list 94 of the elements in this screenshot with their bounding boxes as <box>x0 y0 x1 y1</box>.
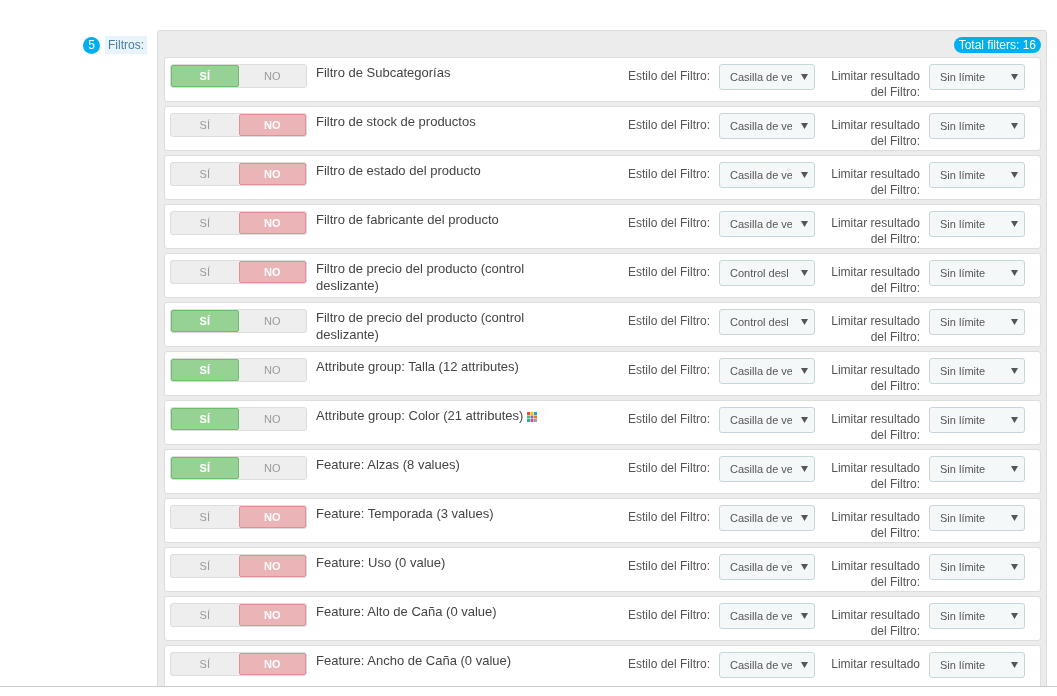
filter-name: Filtro de precio del producto (control deslizante) <box>316 310 525 342</box>
style-label: Estilo del Filtro: <box>626 166 710 181</box>
limit-select[interactable]: Sin límite <box>929 309 1025 335</box>
limit-label: Limitar resultado del Filtro: <box>830 509 920 541</box>
style-select[interactable]: Casilla de ve <box>719 652 815 678</box>
dropdown-caret-icon <box>1011 123 1018 129</box>
limit-label: Limitar resultado del Filtro: <box>830 68 920 100</box>
limit-select[interactable]: Sin límite <box>929 505 1025 531</box>
dropdown-caret-icon <box>1011 466 1018 472</box>
style-label: Estilo del Filtro: <box>626 264 710 279</box>
limit-label: Limitar resultado del Filtro: <box>830 215 920 247</box>
style-select[interactable]: Control desl <box>719 260 815 286</box>
limit-label: Limitar resultado del Filtro: <box>830 117 920 149</box>
style-select[interactable]: Casilla de ve <box>719 211 815 237</box>
filter-name: Filtro de estado del producto <box>316 163 481 178</box>
style-label: Estilo del Filtro: <box>626 656 710 671</box>
dropdown-caret-icon <box>1011 368 1018 374</box>
dropdown-caret-icon <box>1011 613 1018 619</box>
limit-label: Limitar resultado del Filtro: <box>830 411 920 443</box>
dropdown-caret-icon <box>801 662 808 668</box>
dropdown-caret-icon <box>801 368 808 374</box>
style-label: Estilo del Filtro: <box>626 607 710 622</box>
style-label: Estilo del Filtro: <box>626 68 710 83</box>
limit-select[interactable]: Sin límite <box>929 211 1025 237</box>
dropdown-caret-icon <box>801 466 808 472</box>
filter-name: Filtro de fabricante del producto <box>316 212 499 227</box>
dropdown-caret-icon <box>1011 221 1018 227</box>
style-select[interactable]: Casilla de ve <box>719 603 815 629</box>
filter-name: Filtro de Subcategorías <box>316 65 451 80</box>
dropdown-caret-icon <box>1011 564 1018 570</box>
style-select[interactable]: Casilla de ve <box>719 162 815 188</box>
limit-select[interactable]: Sin límite <box>929 456 1025 482</box>
limit-label: Limitar resultado del Filtro: <box>830 362 920 394</box>
style-select[interactable]: Casilla de ve <box>719 554 815 580</box>
dropdown-caret-icon <box>1011 270 1018 276</box>
dropdown-caret-icon <box>801 417 808 423</box>
limit-label: Limitar resultado del Filtro: <box>830 264 920 296</box>
limit-select[interactable]: Sin límite <box>929 162 1025 188</box>
filter-name: Feature: Ancho de Caña (0 value) <box>316 653 512 668</box>
style-label: Estilo del Filtro: <box>626 509 710 524</box>
dropdown-caret-icon <box>801 221 808 227</box>
limit-select[interactable]: Sin límite <box>929 603 1025 629</box>
filter-name: Feature: Uso (0 value) <box>316 555 446 570</box>
filter-name: Filtro de precio del producto (control deslizante) <box>316 261 525 293</box>
style-label: Estilo del Filtro: <box>626 460 710 475</box>
style-label: Estilo del Filtro: <box>626 215 710 230</box>
dropdown-caret-icon <box>801 172 808 178</box>
dropdown-caret-icon <box>801 319 808 325</box>
dropdown-caret-icon <box>1011 662 1018 668</box>
dropdown-caret-icon <box>1011 417 1018 423</box>
dropdown-caret-icon <box>1011 74 1018 80</box>
filter-name: Attribute group: Talla (12 attributes) <box>316 359 519 374</box>
limit-select[interactable]: Sin límite <box>929 113 1025 139</box>
filter-name: Feature: Alto de Caña (0 value) <box>316 604 497 619</box>
limit-label: Limitar resultado <box>830 656 920 672</box>
limit-select[interactable]: Sin límite <box>929 260 1025 286</box>
style-select[interactable]: Casilla de ve <box>719 407 815 433</box>
dropdown-caret-icon <box>1011 172 1018 178</box>
style-select[interactable]: Casilla de ve <box>719 456 815 482</box>
style-label: Estilo del Filtro: <box>626 117 710 132</box>
style-label: Estilo del Filtro: <box>626 411 710 426</box>
style-select[interactable]: Casilla de ve <box>719 113 815 139</box>
limit-label: Limitar resultado del Filtro: <box>830 313 920 345</box>
style-select[interactable]: Control desl <box>719 309 815 335</box>
filter-name: Attribute group: Color (21 attributes) <box>316 408 524 423</box>
dropdown-caret-icon <box>1011 515 1018 521</box>
dropdown-caret-icon <box>801 270 808 276</box>
style-label: Estilo del Filtro: <box>626 362 710 377</box>
style-select[interactable]: Casilla de ve <box>719 358 815 384</box>
dropdown-caret-icon <box>801 74 808 80</box>
filter-name: Filtro de stock de productos <box>316 114 476 129</box>
limit-label: Limitar resultado del Filtro: <box>830 607 920 639</box>
limit-select[interactable]: Sin límite <box>929 554 1025 580</box>
limit-label: Limitar resultado del Filtro: <box>830 460 920 492</box>
dropdown-caret-icon <box>801 123 808 129</box>
dropdown-caret-icon <box>801 564 808 570</box>
limit-label: Limitar resultado del Filtro: <box>830 166 920 198</box>
limit-select[interactable]: Sin límite <box>929 652 1025 678</box>
total-badge: Total filters: 16 <box>953 37 1041 53</box>
step-number: 5 <box>83 36 100 54</box>
filter-name: Feature: Temporada (3 values) <box>316 506 494 521</box>
filter-name: Feature: Alzas (8 values) <box>316 457 460 472</box>
style-select[interactable]: Casilla de ve <box>719 505 815 531</box>
dropdown-caret-icon <box>1011 319 1018 325</box>
style-label: Estilo del Filtro: <box>626 558 710 573</box>
style-label: Estilo del Filtro: <box>626 313 710 328</box>
field-label: Filtros: <box>105 36 147 54</box>
limit-select[interactable]: Sin límite <box>929 64 1025 90</box>
limit-label: Limitar resultado del Filtro: <box>830 558 920 590</box>
limit-select[interactable]: Sin límite <box>929 407 1025 433</box>
style-select[interactable]: Casilla de ve <box>719 64 815 90</box>
dropdown-caret-icon <box>801 613 808 619</box>
limit-select[interactable]: Sin límite <box>929 358 1025 384</box>
dropdown-caret-icon <box>801 515 808 521</box>
